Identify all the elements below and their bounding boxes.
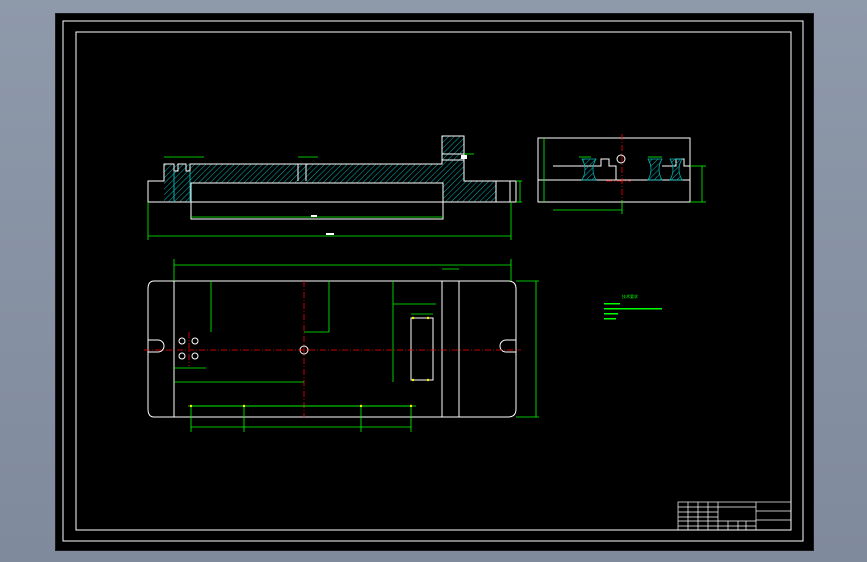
side-dimensions: [543, 138, 706, 214]
cad-viewport[interactable]: 技术要求: [55, 13, 814, 551]
notes-line-1: [604, 303, 620, 305]
top-holes: [178, 337, 199, 360]
front-section-view[interactable]: [147, 135, 522, 240]
bottom-cavity: [191, 183, 443, 218]
cad-drawing[interactable]: 技术要求: [56, 14, 813, 550]
dim-label-overall: [326, 233, 334, 235]
hole-centers: [411, 316, 430, 382]
side-profile-hatch: [581, 158, 683, 181]
top-outline: [147, 280, 517, 418]
side-centerline: [606, 134, 631, 209]
dim-label-cavity: [311, 215, 317, 217]
notes-title: 技术要求: [622, 293, 638, 299]
technical-notes: 技术要求: [604, 293, 662, 320]
side-outline: [537, 137, 691, 203]
title-block: [677, 501, 792, 531]
notes-line-2: [604, 308, 662, 310]
top-centerlines: [144, 281, 521, 417]
top-view[interactable]: [144, 259, 539, 432]
notes-line-4: [604, 318, 616, 320]
slot-marker: [461, 155, 467, 159]
top-dimensions: [173, 259, 539, 432]
notes-line-3: [604, 313, 618, 315]
side-view[interactable]: [537, 134, 706, 214]
